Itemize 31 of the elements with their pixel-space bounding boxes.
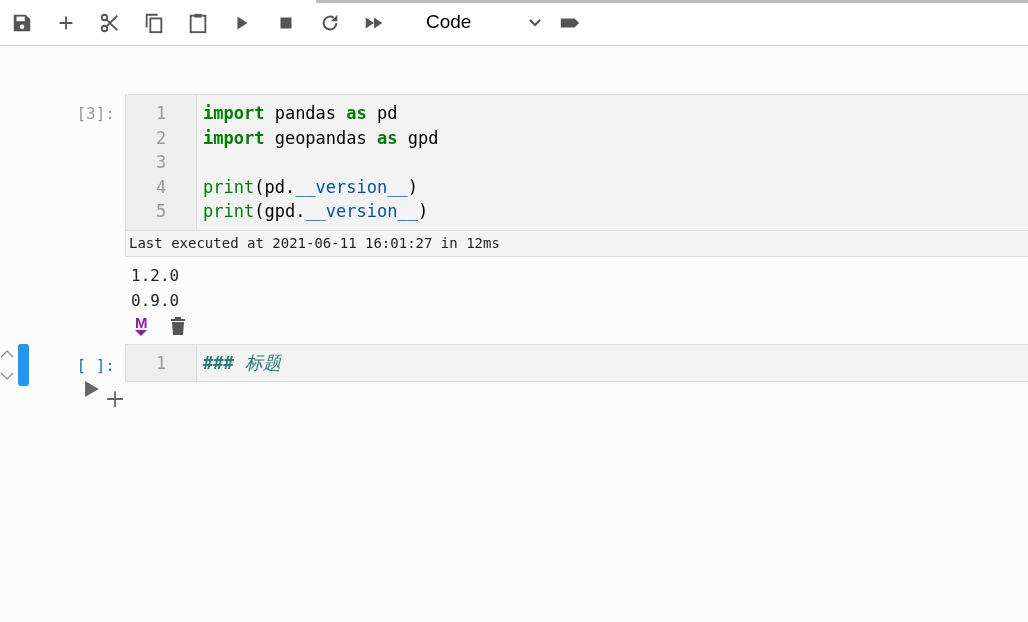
code-editor[interactable]: 1 2 3 4 5 import pandas as pd import geopandas as gpd print(pd.__version__) print(gpd.__version__) [125, 94, 1028, 231]
caret-down-icon [135, 329, 148, 336]
run-cell-button[interactable] [84, 380, 100, 398]
execution-info: Last executed at 2021-06-11 16:01:27 in 12ms [129, 234, 500, 251]
code-editor[interactable]: 1 ### 标题 [125, 343, 1028, 382]
scissors-icon [99, 11, 121, 34]
copy-icon [143, 11, 165, 34]
code-line: ### 标题 [203, 352, 281, 373]
clipboard-icon [187, 11, 209, 34]
line-number: 4 [155, 176, 167, 197]
plus-icon [106, 388, 124, 410]
trash-icon [169, 315, 186, 336]
output-text: 1.2.0 [131, 265, 180, 285]
code-line: import geopandas as gpd [203, 127, 439, 148]
cell-type-dropdown[interactable]: Code [416, 0, 548, 45]
output-text: 0.9.0 [131, 290, 180, 310]
code-line: print(gpd.__version__) [203, 201, 429, 221]
line-number: 3 [155, 152, 167, 172]
play-icon [84, 378, 100, 400]
execution-prompt: [3]: [76, 103, 115, 125]
line-number: 1 [155, 103, 167, 123]
code-line: print(pd.__version__) [203, 176, 418, 197]
execution-prompt: [ ]: [76, 354, 115, 377]
markdown-button[interactable]: M [135, 315, 148, 336]
add-cell-button[interactable] [106, 390, 124, 408]
line-number: 1 [155, 352, 167, 373]
delete-button[interactable] [169, 315, 186, 336]
code-line: import pandas as pd [203, 103, 398, 123]
chevron-down-icon [528, 17, 542, 28]
line-number: 2 [155, 127, 167, 148]
line-number: 5 [155, 201, 167, 221]
